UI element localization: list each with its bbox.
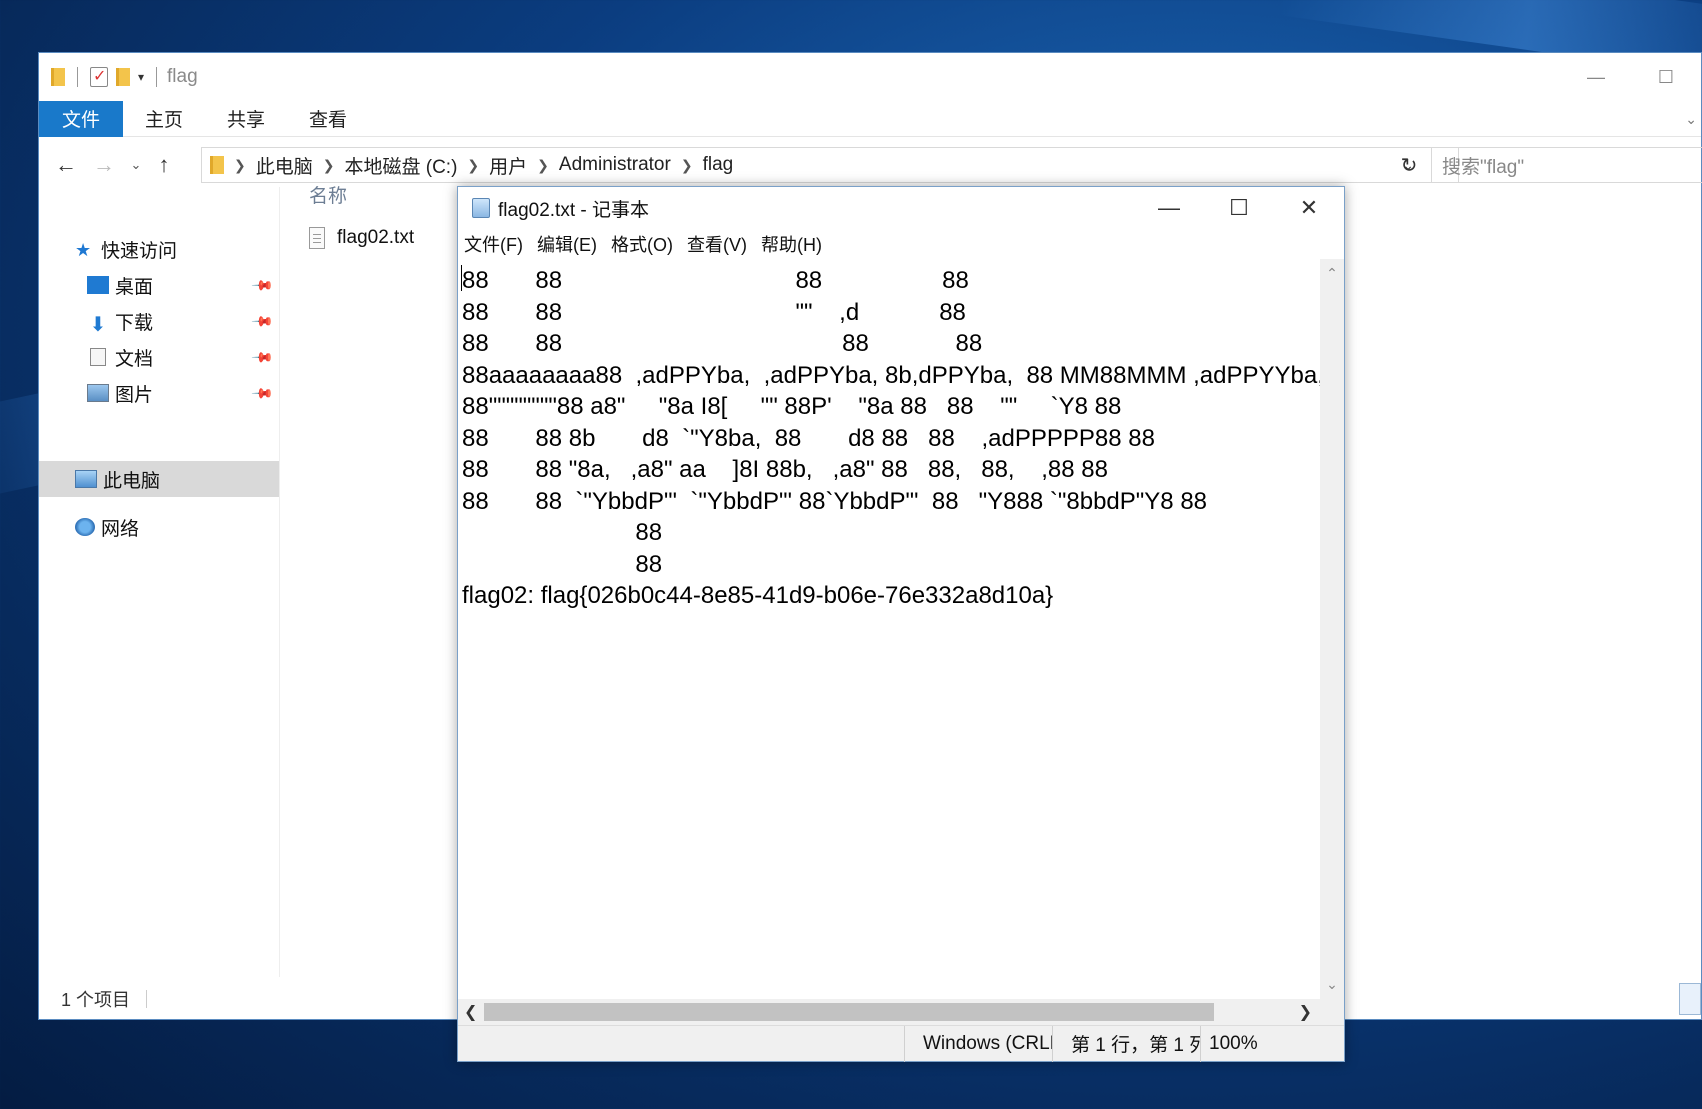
nav-downloads[interactable]: ⬇ 下载 📌	[39, 303, 279, 339]
details-view-icon[interactable]	[1679, 983, 1701, 1015]
breadcrumb-users[interactable]: 用户	[489, 152, 527, 179]
refresh-icon[interactable]: ↻	[1391, 147, 1427, 183]
ribbon-tabs: 文件 主页 共享 查看 ⌄	[39, 100, 1701, 137]
forward-arrow-icon[interactable]: →	[85, 152, 123, 178]
notepad-title: flag02.txt - 记事本	[498, 199, 649, 221]
item-count: 1 个项目	[61, 990, 131, 1010]
nav-label: 此电脑	[103, 470, 161, 492]
scroll-down-icon[interactable]: ⌄	[1320, 976, 1344, 993]
nav-documents[interactable]: 文档 📌	[39, 339, 279, 375]
nav-label: 桌面	[115, 276, 154, 298]
download-icon: ⬇	[89, 314, 107, 336]
window-controls: — ☐	[1561, 53, 1701, 101]
nav-label: 网络	[101, 518, 140, 540]
tab-file[interactable]: 文件	[39, 100, 123, 137]
close-button[interactable]: ✕	[1274, 187, 1344, 229]
menu-view[interactable]: 查看(V)	[687, 231, 747, 257]
properties-icon[interactable]	[90, 66, 108, 87]
new-folder-icon[interactable]	[116, 68, 130, 86]
breadcrumb-flag[interactable]: flag	[703, 154, 734, 176]
horizontal-scrollbar[interactable]: ❮ ❯	[458, 999, 1322, 1025]
scroll-left-icon[interactable]: ❮	[464, 1002, 477, 1022]
text-editor-area[interactable]: 88 88 88 88 88 88 "" ,d 88 88 88 88 88 8…	[458, 259, 1322, 999]
minimize-button[interactable]: —	[1134, 187, 1204, 229]
column-header-name[interactable]: 名称	[309, 181, 347, 208]
vertical-scrollbar[interactable]: ⌃ ⌄	[1320, 259, 1344, 999]
notepad-window[interactable]: flag02.txt - 记事本 — ☐ ✕ 文件(F) 编辑(E) 格式(O)…	[457, 186, 1345, 1062]
address-bar[interactable]: ❯ 此电脑 ❯ 本地磁盘 (C:) ❯ 用户 ❯ Administrator ❯…	[201, 147, 1459, 183]
quick-access-toolbar: ▾	[51, 66, 161, 87]
expand-ribbon-icon[interactable]: ⌄	[1685, 111, 1697, 128]
recent-locations-icon[interactable]: ⌄	[123, 157, 149, 173]
minimize-button[interactable]: —	[1561, 53, 1631, 101]
tab-share[interactable]: 共享	[205, 101, 287, 137]
customize-toolbar-icon[interactable]: ▾	[138, 70, 144, 84]
status-encoding: Windows (CRLF)	[904, 1025, 1052, 1062]
navigation-pane: ★ 快速访问 桌面 📌 ⬇ 下载 📌 文档 📌 图片 📌 此电脑 网络	[39, 187, 279, 987]
document-icon	[90, 348, 106, 366]
status-cursor-position: 第 1 行，第 1 列	[1052, 1025, 1200, 1062]
nav-quick-access[interactable]: ★ 快速访问	[39, 231, 279, 267]
chevron-right-icon[interactable]: ❯	[681, 157, 693, 174]
nav-label: 文档	[115, 348, 154, 370]
notepad-titlebar[interactable]: flag02.txt - 记事本 — ☐ ✕	[458, 187, 1344, 229]
nav-network[interactable]: 网络	[39, 509, 279, 545]
notepad-icon	[472, 198, 490, 218]
menu-file[interactable]: 文件(F)	[464, 231, 523, 257]
menu-format[interactable]: 格式(O)	[611, 231, 673, 257]
pin-icon[interactable]: 📌	[250, 309, 275, 333]
pin-icon[interactable]: 📌	[250, 273, 275, 297]
notepad-menubar: 文件(F) 编辑(E) 格式(O) 查看(V) 帮助(H)	[458, 229, 1344, 259]
pin-icon[interactable]: 📌	[250, 345, 275, 369]
chevron-right-icon[interactable]: ❯	[323, 157, 335, 174]
pin-icon[interactable]: 📌	[250, 381, 275, 405]
address-row: ← → ⌄ ↑ ❯ 此电脑 ❯ 本地磁盘 (C:) ❯ 用户 ❯ Adminis…	[39, 143, 1702, 187]
nav-label: 下载	[115, 312, 154, 334]
window-title: flag	[167, 66, 198, 87]
pane-divider[interactable]	[279, 187, 280, 977]
network-icon	[75, 518, 95, 536]
notepad-window-controls: — ☐ ✕	[1134, 187, 1344, 229]
maximize-button[interactable]: ☐	[1204, 187, 1274, 229]
maximize-button[interactable]: ☐	[1631, 53, 1701, 101]
scroll-up-icon[interactable]: ⌃	[1320, 265, 1344, 282]
chevron-right-icon[interactable]: ❯	[234, 157, 246, 174]
tab-home[interactable]: 主页	[123, 101, 205, 137]
breadcrumb-local-disk[interactable]: 本地磁盘 (C:)	[344, 152, 457, 179]
back-arrow-icon[interactable]: ←	[47, 152, 85, 178]
notepad-status-bar: Windows (CRLF) 第 1 行，第 1 列 100%	[458, 1025, 1344, 1062]
status-zoom: 100%	[1200, 1025, 1340, 1062]
folder-icon	[210, 156, 224, 174]
up-arrow-icon[interactable]: ↑	[149, 152, 179, 178]
chevron-right-icon[interactable]: ❯	[467, 157, 479, 174]
folder-icon	[51, 68, 65, 86]
explorer-titlebar[interactable]: ▾ flag — ☐	[39, 53, 1701, 101]
chevron-right-icon[interactable]: ❯	[537, 157, 549, 174]
nav-desktop[interactable]: 桌面 📌	[39, 267, 279, 303]
horizontal-scroll-thumb[interactable]	[484, 1003, 1214, 1021]
status-separator	[146, 990, 148, 1008]
menu-help[interactable]: 帮助(H)	[761, 231, 822, 257]
toolbar-separator	[77, 67, 78, 87]
text-file-icon	[309, 227, 325, 249]
text-caret	[461, 265, 462, 291]
computer-icon	[75, 470, 97, 488]
tab-view[interactable]: 查看	[287, 101, 369, 137]
nav-this-pc[interactable]: 此电脑	[39, 461, 279, 497]
breadcrumb-this-pc[interactable]: 此电脑	[256, 152, 313, 179]
toolbar-separator	[156, 67, 158, 87]
picture-icon	[87, 384, 109, 402]
scrollbar-corner	[1320, 999, 1344, 1025]
file-item[interactable]: flag02.txt	[309, 221, 414, 255]
nav-label: 快速访问	[101, 240, 178, 262]
menu-edit[interactable]: 编辑(E)	[537, 231, 597, 257]
search-input[interactable]: 搜索"flag"	[1431, 147, 1702, 183]
nav-label: 图片	[115, 384, 154, 406]
star-icon: ★	[75, 240, 92, 260]
breadcrumb-administrator[interactable]: Administrator	[559, 154, 671, 176]
file-name: flag02.txt	[337, 227, 415, 248]
scroll-right-icon[interactable]: ❯	[1299, 1002, 1312, 1022]
nav-pictures[interactable]: 图片 📌	[39, 375, 279, 411]
desktop-icon	[87, 276, 109, 294]
